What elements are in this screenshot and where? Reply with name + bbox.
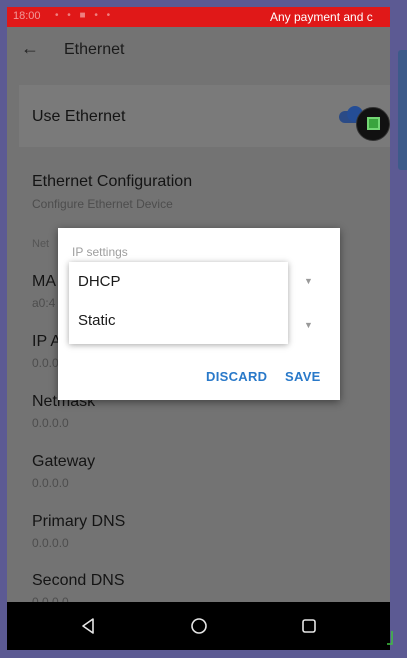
mac-value: a0:4	[32, 296, 56, 310]
nav-recents-icon[interactable]	[301, 618, 317, 634]
ethernet-config-subtitle: Configure Ethernet Device	[32, 197, 173, 211]
ip-settings-menu: DHCP Static	[69, 262, 288, 344]
primary-dns-title: Primary DNS	[32, 513, 126, 530]
ip-settings-label: IP settings	[72, 245, 128, 259]
mac-title: MA	[32, 273, 56, 290]
page-title: Ethernet	[64, 41, 125, 58]
status-bar: 18:00 • • ■ • • Any payment and c	[7, 7, 390, 27]
dropdown-caret-icon[interactable]: ▼	[304, 320, 313, 330]
phone-screen: 18:00 • • ■ • • Any payment and c ← Ethe…	[7, 7, 390, 650]
ethernet-fab[interactable]	[356, 107, 390, 141]
status-indicators: • • ■ • •	[55, 10, 114, 21]
discard-button[interactable]: DISCARD	[206, 369, 267, 384]
save-button[interactable]: SAVE	[285, 369, 321, 384]
nav-home-icon[interactable]	[190, 617, 208, 635]
app-bar: ← Ethernet	[7, 27, 390, 73]
status-time: 18:00	[13, 10, 41, 22]
second-dns-title: Second DNS	[32, 572, 125, 589]
dropdown-caret-icon[interactable]: ▼	[304, 276, 313, 286]
use-ethernet-label: Use Ethernet	[32, 108, 126, 125]
navigation-bar	[7, 602, 390, 650]
arrow-back-icon[interactable]: ←	[21, 38, 39, 59]
ip-value: 0.0.0	[32, 356, 59, 370]
edge-panel-handle[interactable]	[398, 50, 407, 170]
ethernet-icon	[367, 117, 380, 130]
section-header: Net	[32, 238, 50, 250]
nav-back-icon[interactable]	[80, 617, 96, 635]
menu-item-static[interactable]: Static	[78, 312, 116, 329]
primary-dns-value: 0.0.0.0	[32, 536, 69, 550]
corner-bracket-icon	[387, 631, 393, 645]
gateway-value: 0.0.0.0	[32, 476, 69, 490]
gateway-title: Gateway	[32, 453, 96, 470]
ethernet-config-title[interactable]: Ethernet Configuration	[32, 173, 192, 191]
ip-title: IP A	[32, 333, 62, 350]
netmask-value: 0.0.0.0	[32, 416, 69, 430]
status-banner: Any payment and c	[270, 10, 373, 24]
menu-item-dhcp[interactable]: DHCP	[78, 273, 121, 290]
